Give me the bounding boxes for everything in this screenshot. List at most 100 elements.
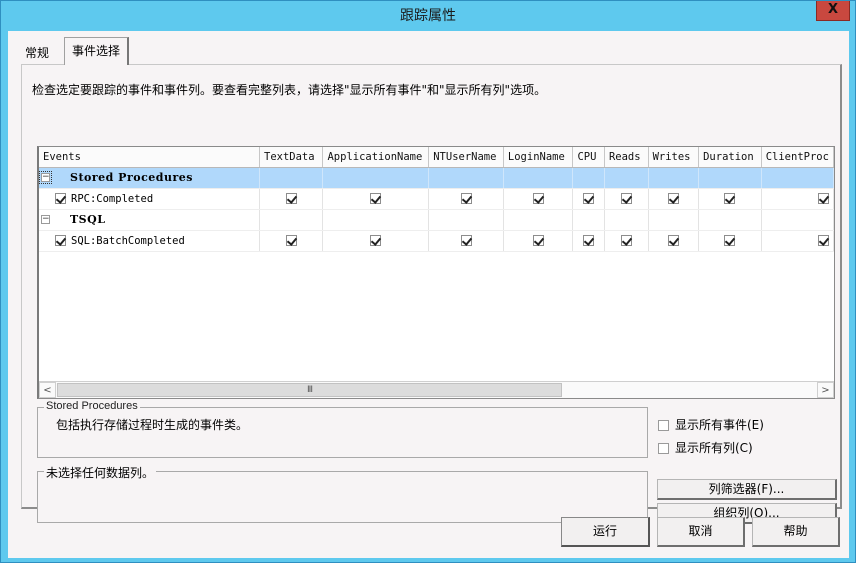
event-cell[interactable]: RPC:Completed [39, 188, 260, 210]
empty-cell [648, 356, 699, 377]
column-checkbox[interactable] [285, 193, 297, 204]
empty-cell [260, 251, 323, 272]
column-checkbox[interactable] [583, 235, 595, 246]
empty-row [39, 314, 834, 335]
column-cell-loginname[interactable] [503, 230, 574, 252]
events-grid[interactable]: Events TextData ApplicationName NTUserNa… [37, 146, 835, 399]
empty-cell [39, 293, 260, 314]
column-cell-reads[interactable] [604, 188, 649, 210]
column-cell-loginname[interactable] [503, 188, 574, 210]
empty-cell [260, 293, 323, 314]
column-header-applicationname[interactable]: ApplicationName [322, 147, 430, 168]
event-checkbox[interactable] [55, 193, 66, 204]
column-cell-clientproc[interactable] [761, 230, 834, 252]
title-bar[interactable]: 跟踪属性 [1, 1, 855, 31]
column-header-ntusername[interactable]: NTUserName [428, 147, 504, 168]
column-checkbox[interactable] [620, 193, 632, 204]
column-checkbox[interactable] [532, 193, 544, 204]
column-cell-cpu[interactable] [572, 188, 605, 210]
column-checkbox[interactable] [667, 193, 679, 204]
column-checkbox[interactable] [724, 193, 736, 204]
empty-cell [573, 335, 605, 356]
category-row[interactable]: − TSQL [39, 209, 834, 231]
column-cell-textdata[interactable] [259, 188, 324, 210]
cancel-button[interactable]: 取消 [657, 517, 745, 547]
column-filters-button[interactable]: 列筛选器(F)... [657, 479, 837, 500]
column-checkbox[interactable] [724, 235, 736, 246]
empty-cell [429, 335, 504, 356]
column-checkbox[interactable] [370, 235, 382, 246]
column-header-writes[interactable]: Writes [648, 147, 700, 168]
show-all-events-checkbox[interactable]: 显示所有事件(E) [658, 416, 764, 433]
scroll-thumb[interactable]: III [57, 383, 562, 397]
empty-cell [648, 314, 699, 335]
event-checkbox[interactable] [55, 235, 66, 246]
event-description-group: Stored Procedures 包括执行存储过程时生成的事件类。 [37, 400, 648, 458]
empty-cell [323, 293, 429, 314]
category-cell[interactable]: − Stored Procedures [39, 167, 260, 189]
grid-cell [604, 167, 649, 189]
column-checkbox[interactable] [460, 193, 472, 204]
column-cell-applicationname[interactable] [322, 188, 430, 210]
show-all-columns-checkbox[interactable]: 显示所有列(C) [658, 439, 753, 456]
column-cell-reads[interactable] [604, 230, 649, 252]
grid-cell [604, 209, 649, 231]
column-cell-clientproc[interactable] [761, 188, 834, 210]
column-cell-cpu[interactable] [572, 230, 605, 252]
empty-cell [604, 293, 648, 314]
column-checkbox[interactable] [620, 235, 632, 246]
column-cell-writes[interactable] [648, 188, 700, 210]
column-cell-duration[interactable] [698, 230, 762, 252]
scroll-left-button[interactable]: < [39, 382, 56, 398]
column-cell-applicationname[interactable] [322, 230, 430, 252]
column-checkbox[interactable] [370, 193, 382, 204]
column-header-reads[interactable]: Reads [604, 147, 649, 168]
event-row[interactable]: SQL:BatchCompleted [39, 230, 834, 252]
column-header-events[interactable]: Events [39, 147, 260, 168]
collapse-icon[interactable]: − [41, 215, 50, 224]
column-checkbox[interactable] [583, 193, 595, 204]
grid-cell [572, 209, 605, 231]
empty-row [39, 356, 834, 377]
category-label: TSQL [70, 213, 106, 226]
category-cell[interactable]: − TSQL [39, 209, 260, 231]
run-button[interactable]: 运行 [561, 517, 650, 547]
column-checkbox[interactable] [460, 235, 472, 246]
tab-events-selection[interactable]: 事件选择 [64, 37, 130, 65]
column-checkbox[interactable] [285, 235, 297, 246]
event-cell[interactable]: SQL:BatchCompleted [39, 230, 260, 252]
grid-cell [572, 167, 605, 189]
scroll-right-button[interactable]: > [817, 382, 834, 398]
horizontal-scrollbar[interactable]: < III > [39, 381, 834, 398]
empty-cell [260, 356, 323, 377]
help-button[interactable]: 帮助 [752, 517, 840, 547]
column-checkbox[interactable] [532, 235, 544, 246]
column-header-cpu[interactable]: CPU [572, 147, 605, 168]
column-header-duration[interactable]: Duration [698, 147, 762, 168]
collapse-icon[interactable]: − [39, 171, 52, 184]
column-cell-textdata[interactable] [259, 230, 324, 252]
column-checkbox[interactable] [818, 235, 829, 246]
column-header-clientproc[interactable]: ClientProc [761, 147, 834, 168]
empty-cell [503, 251, 573, 272]
column-cell-ntusername[interactable] [428, 230, 504, 252]
empty-cell [648, 272, 699, 293]
empty-cell [323, 251, 429, 272]
column-cell-duration[interactable] [698, 188, 762, 210]
column-cell-writes[interactable] [648, 230, 700, 252]
grid-cell [259, 167, 324, 189]
grid-cell [503, 209, 574, 231]
category-row[interactable]: − Stored Procedures [39, 167, 834, 189]
grid-cell [428, 209, 504, 231]
column-checkbox[interactable] [667, 235, 679, 246]
event-row[interactable]: RPC:Completed [39, 188, 834, 210]
checkbox-icon[interactable] [658, 420, 669, 431]
column-header-textdata[interactable]: TextData [259, 147, 324, 168]
column-header-loginname[interactable]: LoginName [503, 147, 574, 168]
column-checkbox[interactable] [818, 193, 829, 204]
checkbox-icon[interactable] [658, 443, 669, 454]
events-table: Events TextData ApplicationName NTUserNa… [39, 147, 834, 378]
close-button[interactable]: X [816, 1, 850, 21]
tab-general[interactable]: 常规 [18, 42, 56, 66]
column-cell-ntusername[interactable] [428, 188, 504, 210]
